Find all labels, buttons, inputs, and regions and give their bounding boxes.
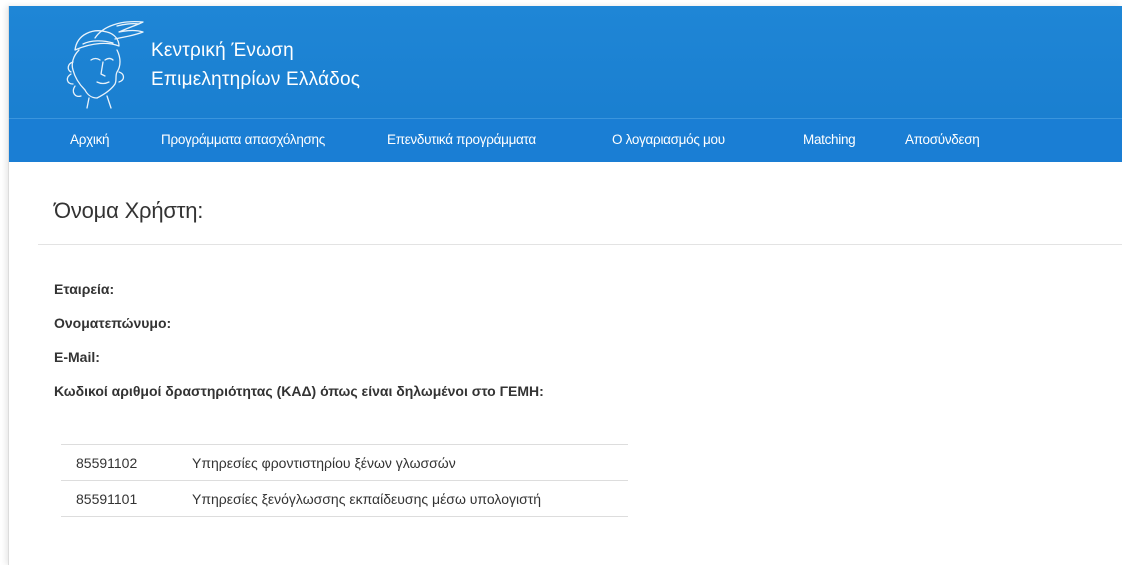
title-divider (38, 244, 1122, 245)
site-header: Κεντρική Ένωση Επιμελητηρίων Ελλάδος (9, 6, 1122, 118)
main-content: Όνομα Χρήστη: Εταιρεία: Ονοματεπώνυμο: E… (9, 161, 1122, 565)
fullname-label: Ονοματεπώνυμο: (54, 315, 172, 331)
table-row: 85591102 Υπηρεσίες φροντιστηρίου ξένων γ… (61, 444, 628, 481)
nav-item-logout[interactable]: Αποσύνδεση (905, 132, 980, 147)
kad-table: 85591102 Υπηρεσίες φροντιστηρίου ξένων γ… (61, 444, 628, 517)
brand-title[interactable]: Κεντρική Ένωση Επιμελητηρίων Ελλάδος (151, 36, 360, 94)
kad-label: Κωδικοί αριθμοί δραστηριότητας (ΚΑΔ) όπω… (54, 383, 544, 399)
nav-item-home[interactable]: Αρχική (70, 132, 110, 147)
brand-line-1: Κεντρική Ένωση (151, 40, 294, 61)
table-row: 85591101 Υπηρεσίες ξενόγλωσσης εκπαίδευσ… (61, 480, 628, 517)
nav-item-employment[interactable]: Προγράμματα απασχόλησης (161, 132, 325, 147)
nav-item-my-account[interactable]: Ο λογαριασμός μου (612, 132, 725, 147)
kad-description: Υπηρεσίες φροντιστηρίου ξένων γλωσσών (170, 444, 628, 481)
brand-line-2: Επιμελητηρίων Ελλάδος (151, 69, 361, 90)
hermes-head-logo-icon[interactable] (59, 10, 151, 110)
kad-code: 85591102 (61, 444, 170, 481)
company-label: Εταιρεία: (54, 281, 115, 297)
main-navbar: Αρχική Προγράμματα απασχόλησης Επενδυτικ… (9, 118, 1122, 162)
page-frame: Κεντρική Ένωση Επιμελητηρίων Ελλάδος Αρχ… (8, 6, 1122, 565)
kad-code: 85591101 (61, 480, 170, 517)
email-label: E-Mail: (54, 349, 100, 365)
nav-item-matching[interactable]: Matching (803, 132, 856, 147)
kad-description: Υπηρεσίες ξενόγλωσσης εκπαίδευσης μέσω υ… (170, 480, 628, 517)
page-title: Όνομα Χρήστη: (54, 198, 204, 223)
nav-item-investment[interactable]: Επενδυτικά προγράμματα (387, 132, 536, 147)
